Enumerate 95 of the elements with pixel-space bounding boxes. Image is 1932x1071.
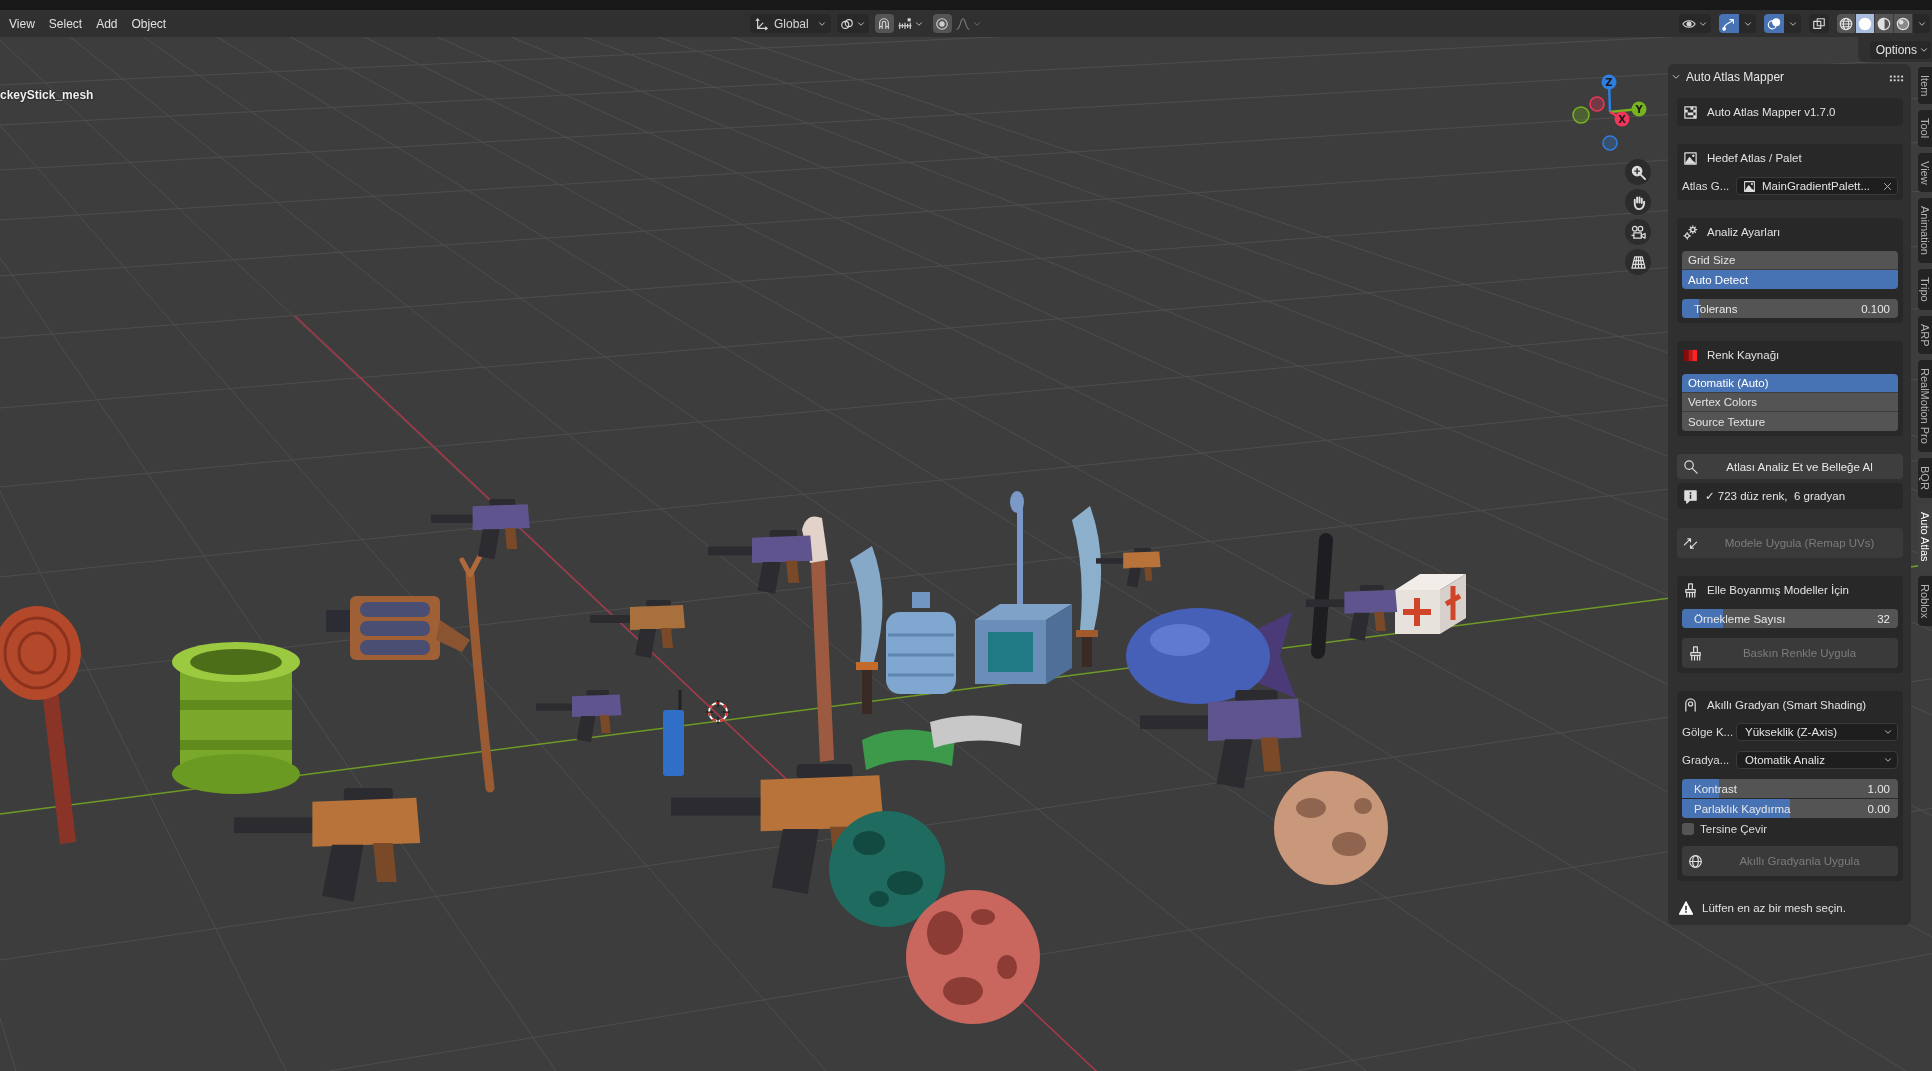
enum-option[interactable]: Otomatik (Auto) [1682,374,1898,393]
camera-icon [1630,224,1646,240]
overlapping-squares-icon [1812,16,1826,31]
enum-option[interactable]: Grid Size [1682,251,1898,270]
brush-icon [1688,645,1703,661]
enum-option[interactable]: Vertex Colors [1682,393,1898,412]
negative-axis-handle[interactable] [1589,96,1605,112]
color-swatch-icon [1683,347,1698,363]
axes-icon [755,16,769,31]
subpanel-title: Akıllı Gradyan (Smart Shading) [1707,698,1867,711]
checkbox[interactable] [1682,823,1694,835]
sidebar-tab[interactable]: Animation [1918,198,1932,264]
search-icon [1683,459,1698,474]
result-text: ✓ 723 düz renk, 6 gradyan [1705,489,1846,503]
field-label: Gradya... [1682,754,1730,766]
sidebar-tab[interactable]: RealMotion Pro [1918,360,1932,453]
dropdown[interactable]: Otomatik Analiz [1736,751,1898,769]
arch-icon [1683,697,1698,712]
sidebar-tab[interactable]: Roblox [1918,575,1932,626]
shading-button[interactable] [1856,14,1875,33]
field-label: Gölge K... [1682,726,1730,738]
perspective-button[interactable] [1625,249,1651,275]
negative-axis-handle[interactable] [1572,106,1590,124]
sidebar-tab[interactable]: View [1918,152,1932,193]
shaded-sphere-icon [1896,16,1910,31]
visibility-dropdown[interactable] [1679,14,1711,33]
menu-item[interactable]: Select [41,12,90,35]
target-circle-icon [935,16,950,31]
warning-text: Lütfen en az bir mesh seçin. [1702,902,1846,914]
linked-rings-icon [839,16,854,31]
wireframe-sphere-icon [1839,16,1853,31]
curved-arrow-icon [1722,16,1736,31]
3d-viewport[interactable] [0,37,1932,1071]
bell-curve-icon [955,16,970,31]
sidebar-tab[interactable]: Item [1918,67,1932,105]
shading-button[interactable] [1875,14,1894,33]
sidebar-tab[interactable]: BQR [1918,458,1932,499]
shading-button[interactable] [1894,14,1913,33]
subpanel-title: Hedef Atlas / Palet [1707,152,1802,164]
sidebar-tab[interactable]: Tool [1918,110,1932,147]
subpanel-title: Analiz Ayarları [1707,226,1781,238]
analyze-button[interactable]: Atlası Analiz Et ve Belleğe Al [1677,454,1903,479]
dice-drawing [1395,574,1466,634]
object-name: ckeyStick_mesh [0,88,94,102]
3d-cursor-icon [705,699,731,725]
menu-item[interactable]: Add [89,12,125,35]
enum-option[interactable]: Auto Detect [1682,270,1898,289]
globe-icon [1688,853,1703,869]
sidebar-tab[interactable]: Tripo [1918,269,1932,310]
zoom-button[interactable] [1625,159,1651,185]
close-icon [1882,180,1893,192]
checker-flag-icon [1683,104,1698,120]
orientation-dropdown[interactable]: Global [750,14,831,33]
magnifier-plus-icon [1630,164,1646,180]
checkbox-label[interactable]: Tersine Çevir [1700,823,1768,835]
half-shaded-sphere-icon [1877,16,1891,31]
pivot-dropdown[interactable] [836,14,869,33]
image-icon [1683,150,1698,166]
info-icon [1683,488,1698,504]
dropdown[interactable]: Yükseklik (Z-Axis) [1736,723,1898,741]
warning-icon [1679,901,1693,915]
solid-sphere-icon [1858,16,1872,31]
ruler-icon [897,16,912,31]
proportional-toggle[interactable] [932,14,952,33]
overlapping-circles-icon [1767,16,1781,31]
chevron-icon[interactable] [1671,72,1681,82]
subpanel-title: Renk Kaynağı [1707,349,1780,361]
grid-plane-icon [1630,254,1646,270]
pan-button[interactable] [1625,189,1651,215]
shading-button[interactable] [1837,14,1856,33]
gears-icon [1683,224,1698,240]
image-field[interactable]: MainGradientPalett... [1736,177,1898,195]
image-icon [1743,179,1756,193]
menu-item[interactable]: View [2,12,42,35]
options-dropdown[interactable]: Options [1869,40,1931,59]
brush-icon [1683,582,1698,598]
gun-drawing [1096,548,1161,588]
swap-arrows-icon [1683,535,1698,551]
enum-option[interactable]: Source Texture [1682,412,1898,431]
version-label: Auto Atlas Mapper v1.7.0 [1707,106,1836,118]
caret-icon [1883,727,1893,737]
overlay-toggle[interactable] [1764,14,1784,33]
snap-toggle[interactable] [874,14,894,33]
camera-button[interactable] [1625,219,1651,245]
menu-item[interactable]: Object [124,12,174,35]
panel-title[interactable]: Auto Atlas Mapper [1686,70,1785,84]
subpanel-title: Elle Boyanmış Modeller İçin [1707,584,1849,596]
gizmo-toggle[interactable] [1719,14,1739,33]
xray-toggle[interactable] [1809,14,1829,33]
field-label: Atlas G... [1682,180,1730,192]
negative-axis-handle[interactable] [1602,135,1618,151]
sidebar-tab[interactable]: ARP [1918,315,1932,355]
magnet-icon [877,16,892,31]
caret-icon [1883,755,1893,765]
axis-handle[interactable]: Z [1601,74,1617,113]
